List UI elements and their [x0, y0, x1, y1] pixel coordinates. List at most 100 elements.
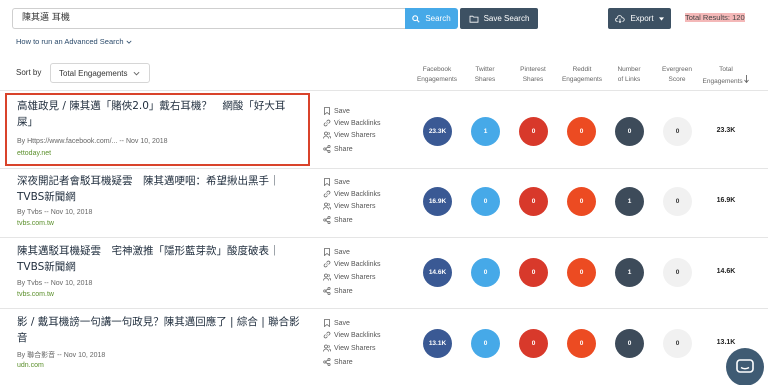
col-facebook-engagements[interactable]: Facebook Engagements [411, 65, 463, 85]
sort-label: Sort by [16, 68, 42, 77]
evergreen-score-value: 0 [663, 187, 692, 216]
sort-select-value: Total Engagements [59, 68, 128, 78]
action-label: View Backlinks [334, 331, 381, 339]
divider [0, 90, 768, 91]
users-icon [323, 273, 331, 281]
col-label: Evergreen [662, 66, 692, 73]
col-label: Facebook [422, 66, 452, 73]
cloud-download-icon [615, 14, 626, 23]
divider [0, 168, 768, 169]
action-label: View Sharers [334, 273, 376, 281]
caret-down-icon [658, 16, 664, 21]
export-button[interactable]: Export [608, 8, 671, 29]
col-label: Total [719, 66, 733, 73]
export-label: Export [630, 14, 654, 23]
bookmark-icon [324, 178, 330, 186]
save-search-button[interactable]: Save Search [460, 8, 538, 29]
col-label: Engagements [702, 78, 743, 85]
publish-date: Nov 10, 2018 [63, 352, 106, 359]
advanced-search-link[interactable]: How to run an Advanced Search [16, 37, 132, 46]
col-label: Shares [474, 76, 496, 83]
action-label: Share [334, 287, 353, 295]
action-label: View Sharers [334, 202, 376, 210]
author: By Tvbs [17, 209, 43, 216]
save-action[interactable]: Save [323, 178, 350, 186]
view-backlinks-action[interactable]: View Backlinks [323, 119, 381, 127]
col-label: Reddit [572, 66, 592, 73]
sort-select[interactable]: Total Engagements [50, 63, 150, 83]
article-title[interactable]: 深夜開記者會駁耳機疑雲 陳其邁哽咽：希望揪出黑手｜TVBS新聞網 [17, 173, 300, 205]
publish-date: Nov 10, 2018 [50, 280, 93, 287]
total-results: Total Results: 120 [685, 13, 745, 22]
reddit-engagements-value: 0 [567, 117, 596, 146]
action-label: Share [334, 358, 353, 366]
view-sharers-action[interactable]: View Sharers [323, 344, 376, 352]
evergreen-score-value: 0 [663, 329, 692, 358]
view-sharers-action[interactable]: View Sharers [323, 273, 376, 281]
col-number-of-links[interactable]: Number of Links [603, 65, 655, 85]
view-sharers-action[interactable]: View Sharers [323, 202, 376, 210]
pinterest-shares-value: 0 [519, 117, 548, 146]
article-domain[interactable]: tvbs.com.tw [17, 220, 54, 227]
link-icon [323, 119, 331, 127]
link-icon [323, 260, 331, 268]
link-icon [323, 190, 331, 198]
save-action[interactable]: Save [323, 248, 350, 256]
share-action[interactable]: Share [323, 358, 353, 366]
users-icon [323, 202, 331, 210]
chat-icon [736, 359, 754, 373]
search-button[interactable]: Search [405, 8, 458, 29]
col-label: Twitter [475, 66, 495, 73]
col-total-engagements[interactable]: Total Engagements [700, 65, 752, 87]
view-backlinks-action[interactable]: View Backlinks [323, 331, 381, 339]
article-byline: By 聯合影音 -- Nov 10, 2018 [17, 352, 106, 359]
share-icon [323, 287, 331, 295]
col-label: Score [668, 76, 686, 83]
reddit-engagements-value: 0 [567, 187, 596, 216]
action-label: Save [334, 178, 350, 186]
view-backlinks-action[interactable]: View Backlinks [323, 190, 381, 198]
facebook-engagements-value: 14.6K [423, 258, 452, 287]
advanced-search-label: How to run an Advanced Search [16, 37, 124, 46]
share-action[interactable]: Share [323, 216, 353, 224]
total-engagements-value: 16.9K [716, 197, 736, 204]
action-label: Save [334, 107, 350, 115]
col-label: of Links [617, 76, 641, 83]
article-title[interactable]: 影 / 戴耳機謗一句講一句政見？陳其邁回應了 | 綜合 | 聯合影音 [17, 314, 300, 346]
facebook-engagements-value: 23.3K [423, 117, 452, 146]
article-domain[interactable]: tvbs.com.tw [17, 291, 54, 298]
view-sharers-action[interactable]: View Sharers [323, 131, 376, 139]
article-byline: By Tvbs -- Nov 10, 2018 [17, 209, 93, 216]
article-byline: By Tvbs -- Nov 10, 2018 [17, 280, 93, 287]
chat-widget-button[interactable] [726, 348, 764, 385]
col-twitter-shares[interactable]: Twitter Shares [459, 65, 511, 85]
save-action[interactable]: Save [323, 319, 350, 327]
col-evergreen-score[interactable]: Evergreen Score [651, 65, 703, 85]
users-icon [323, 131, 331, 139]
facebook-engagements-value: 16.9K [423, 187, 452, 216]
twitter-shares-value: 0 [471, 187, 500, 216]
action-label: View Sharers [334, 344, 376, 352]
evergreen-score-value: 0 [663, 258, 692, 287]
col-label: Shares [522, 76, 544, 83]
view-backlinks-action[interactable]: View Backlinks [323, 260, 381, 268]
article-title[interactable]: 陳其邁駁耳機疑雲 宅神激推「隱形藍芽款」酸度破表｜TVBS新聞網 [17, 243, 300, 275]
publish-date: Nov 10, 2018 [50, 209, 93, 216]
share-icon [323, 216, 331, 224]
bookmark-icon [324, 107, 330, 115]
twitter-shares-value: 0 [471, 329, 500, 358]
number-of-links-value: 0 [615, 117, 644, 146]
share-action[interactable]: Share [323, 287, 353, 295]
reddit-engagements-value: 0 [567, 329, 596, 358]
twitter-shares-value: 0 [471, 258, 500, 287]
bookmark-icon [324, 319, 330, 327]
article-domain[interactable]: udn.com [17, 362, 44, 369]
col-pinterest-shares[interactable]: Pinterest Shares [507, 65, 559, 85]
save-action[interactable]: Save [323, 107, 350, 115]
col-reddit-engagements[interactable]: Reddit Engagements [556, 65, 608, 85]
search-input[interactable]: 陳其邁 耳機 [12, 8, 406, 29]
action-label: Share [334, 145, 353, 153]
share-action[interactable]: Share [323, 145, 353, 153]
action-label: View Backlinks [334, 260, 381, 268]
action-label: View Backlinks [334, 190, 381, 198]
